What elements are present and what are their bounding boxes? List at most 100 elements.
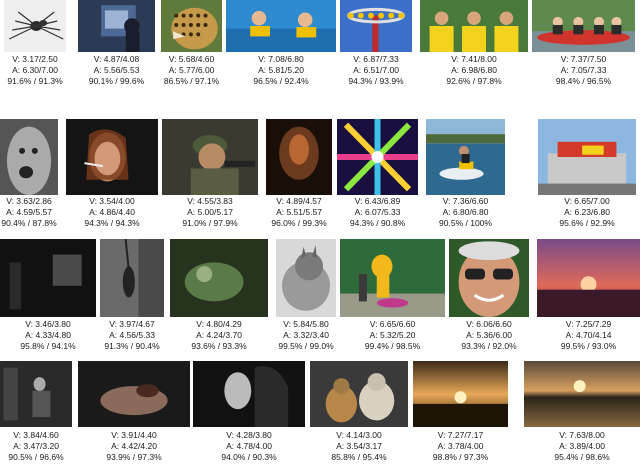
arousal-score: A: 4.56/5.33 [109,330,155,340]
photo-soldier [162,119,258,195]
arousal-score: A: 4.42/4.20 [111,441,157,451]
photo-carnival-ride [340,0,412,52]
arousal-score: A: 3.89/4.00 [559,441,605,451]
valence-score: V: 3.91/4.40 [111,430,157,440]
photo-cheering-kids [420,0,528,52]
valence-score: V: 4.28/3.80 [226,430,272,440]
valence-score: V: 4.89/4.57 [276,196,322,206]
photo-smoking-woman [66,119,158,195]
valence-score: V: 5.68/4.60 [168,54,215,64]
photo-dark-figure [266,119,332,195]
arousal-score: A: 5.32/5.20 [369,330,416,340]
arousal-score: A: 4.59/5.57 [6,207,52,217]
valence-score: V: 4.55/3.83 [187,196,233,206]
accuracy-percentages: 86.5% / 97.1% [163,76,220,86]
accuracy-percentages: 94.0% / 90.3% [221,452,277,462]
accuracy-percentages: 94.3% / 90.8% [349,218,406,228]
accuracy-percentages: 96.5% / 92.4% [253,76,309,86]
accuracy-percentages: 91.6% / 91.3% [7,76,63,86]
arousal-score: A: 6.07/5.33 [354,207,401,217]
arousal-score: A: 3.32/3.40 [283,330,329,340]
valence-score: V: 5.84/5.80 [283,319,329,329]
valence-score: V: 3.97/4.67 [109,319,155,329]
accuracy-percentages: 90.1% / 99.6% [88,76,145,86]
valence-score: V: 6.65/7.00 [564,196,610,206]
score-caption: V: 6.06/6.60 A: 5.36/6.00 93.3% / 92.0% [449,319,529,352]
score-caption: V: 3.17/2.50 A: 6.30/7.00 91.6% / 91.3% [0,54,72,87]
accuracy-percentages: 90.4% / 87.8% [1,218,57,228]
accuracy-percentages: 95.4% / 98.6% [554,452,610,462]
accuracy-percentages: 90.5% / 100% [439,218,492,228]
valence-score: V: 3.84/4.60 [13,430,59,440]
photo-screaming-man [0,119,58,195]
score-caption: V: 5.84/5.80 A: 3.32/3.40 99.5% / 99.0% [269,319,343,352]
score-caption: V: 3.97/4.67 A: 4.56/5.33 91.3% / 90.4% [95,319,169,352]
score-caption: V: 7.08/6.80 A: 5.81/5.20 96.5% / 92.4% [226,54,336,87]
photo-cat [276,239,336,317]
score-caption: V: 4.87/4.08 A: 5.56/5.53 90.1% / 99.6% [78,54,155,87]
arousal-score: A: 6.80/6.80 [442,207,489,217]
score-caption: V: 4.28/3.80 A: 4.78/4.00 94.0% / 90.3% [193,430,305,463]
arousal-score: A: 5.56/5.53 [93,65,140,75]
arousal-score: A: 6.51/7.00 [353,65,399,75]
photo-sunset-lake [524,361,640,427]
photo-kaleidoscope [337,119,418,195]
accuracy-percentages: 93.9% / 97.3% [106,452,162,462]
valence-score: V: 3.63/2.86 [6,196,52,206]
accuracy-percentages: 85.8% / 95.4% [331,452,387,462]
valence-score: V: 6.43/6.89 [354,196,401,206]
accuracy-percentages: 91.0% / 97.9% [182,218,238,228]
photo-tv-room [78,0,155,52]
valence-score: V: 6.65/6.60 [369,319,416,329]
photo-dark-room [0,239,96,317]
score-caption: V: 6.43/6.89 A: 6.07/5.33 94.3% / 90.8% [337,196,418,229]
photo-sunset-field [413,361,508,427]
accuracy-percentages: 98.4% / 96.5% [555,76,612,86]
photo-spider [4,0,66,52]
accuracy-percentages: 93.3% / 92.0% [461,341,517,351]
arousal-score: A: 5.77/6.00 [168,65,215,75]
arousal-score: A: 4.33/4.80 [25,330,71,340]
score-caption: V: 7.25/7.29 A: 4.70/4.14 99.5% / 93.0% [537,319,640,352]
accuracy-percentages: 90.5% / 96.6% [8,452,64,462]
score-caption: V: 4.89/4.57 A: 5.51/5.57 96.0% / 99.3% [262,196,336,229]
arousal-score: A: 4.24/3.70 [196,330,242,340]
arousal-score: A: 6.30/7.00 [12,65,58,75]
score-caption: V: 3.46/3.80 A: 4.33/4.80 95.8% / 94.1% [0,319,96,352]
valence-score: V: 7.25/7.29 [565,319,612,329]
arousal-score: A: 4.78/4.00 [226,441,272,451]
score-caption: V: 7.41/8.00 A: 6.98/6.80 92.6% / 97.8% [420,54,528,87]
score-caption: V: 5.68/4.60 A: 5.77/6.00 86.5% / 97.1% [155,54,229,87]
accuracy-percentages: 95.8% / 94.1% [20,341,76,351]
score-caption: V: 3.54/4.00 A: 4.86/4.40 94.3% / 94.3% [66,196,158,229]
score-caption: V: 6.65/7.00 A: 6.23/6.80 95.6% / 92.9% [538,196,636,229]
accuracy-percentages: 98.8% / 97.3% [432,452,489,462]
valence-score: V: 7.27/7.17 [437,430,484,440]
arousal-score: A: 5.36/6.00 [466,330,512,340]
photo-fair-stand [538,119,636,195]
photo-jetski [426,119,505,195]
photo-two-cats [310,361,408,427]
arousal-score: A: 3.78/4.00 [437,441,484,451]
photo-swimming-kids [226,0,336,52]
valence-score: V: 4.87/4.08 [93,54,140,64]
valence-score: V: 4.14/3.00 [336,430,382,440]
accuracy-percentages: 95.6% / 92.9% [559,218,615,228]
photo-hanging-figure [100,239,164,317]
valence-score: V: 3.54/4.00 [89,196,135,206]
accuracy-percentages: 91.3% / 90.4% [104,341,160,351]
valence-score: V: 7.41/8.00 [451,54,497,64]
arousal-score: A: 5.00/5.17 [187,207,233,217]
valence-score: V: 6.06/6.60 [466,319,512,329]
valence-score: V: 3.17/2.50 [12,54,58,64]
valence-score: V: 4.80/4.29 [196,319,242,329]
valence-score: V: 7.63/8.00 [559,430,605,440]
valence-score: V: 7.37/7.50 [560,54,607,64]
score-caption: V: 3.63/2.86 A: 4.59/5.57 90.4% / 87.8% [0,196,66,229]
accuracy-percentages: 99.5% / 93.0% [560,341,617,351]
valence-score: V: 7.08/6.80 [258,54,304,64]
score-caption: V: 3.84/4.60 A: 3.47/3.20 90.5% / 96.6% [0,430,73,463]
arousal-score: A: 3.47/3.20 [13,441,59,451]
photo-rafting [532,0,635,52]
valence-score: V: 7.36/6.60 [442,196,489,206]
